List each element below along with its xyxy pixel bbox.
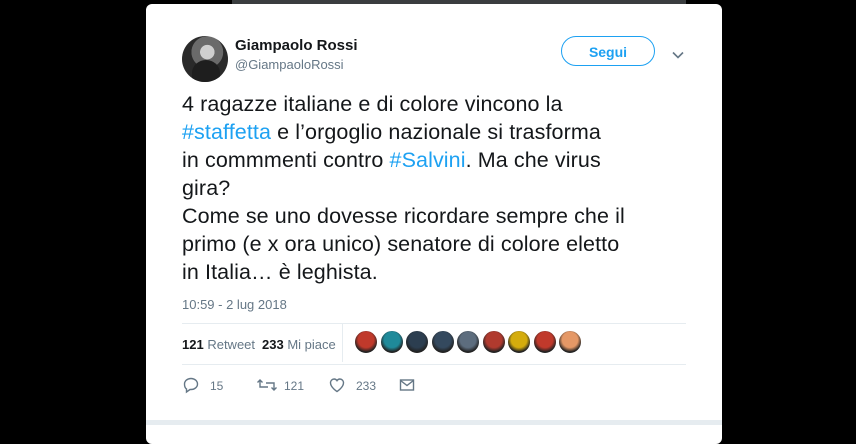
author-name[interactable]: Giampaolo Rossi [235,37,358,54]
liker-avatar[interactable] [558,330,582,354]
hashtag-link[interactable]: #Salvini [390,148,466,172]
heart-icon [329,378,345,393]
tweet-text-line: in Italia… è leghista. [182,258,702,286]
liker-avatar[interactable] [354,330,378,354]
tweet-timestamp[interactable]: 10:59 - 2 lug 2018 [182,297,287,312]
like-stat-count: 233 [262,337,284,352]
tweet-text-segment: in Italia… è leghista. [182,260,378,284]
like-stat-label: Mi piace [287,337,336,352]
liker-avatar[interactable] [379,330,404,354]
divider [182,323,686,324]
reply-icon [183,377,199,394]
avatar[interactable] [182,36,228,82]
chevron-down-icon[interactable] [671,48,685,62]
tweet-card: Giampaolo Rossi @GiampaoloRossi Segui 4 … [146,4,722,444]
hashtag-link[interactable]: #staffetta [182,120,271,144]
card-footer-edge [146,420,722,425]
tweet-text-line: in commmenti contro #Salvini. Ma che vir… [182,146,702,174]
liker-avatar[interactable] [481,330,506,354]
tweet-text-line: primo (e x ora unico) senatore di colore… [182,230,702,258]
tweet-text-segment: Come se uno dovesse ricordare sempre che… [182,204,625,228]
liker-avatar[interactable] [456,330,480,354]
tweet-text-line: Come se uno dovesse ricordare sempre che… [182,202,702,230]
tweet-text: 4 ragazze italiane e di colore vincono l… [182,90,702,286]
liker-avatar[interactable] [532,330,557,354]
liker-avatar[interactable] [405,330,429,354]
stats-divider [342,324,343,362]
tweet-text-segment: . Ma che virus [465,148,601,172]
retweet-stat[interactable]: 121 Retweet [182,337,255,352]
divider [182,364,686,365]
tweet-text-line: gira? [182,174,702,202]
tweet-text-line: 4 ragazze italiane e di colore vincono l… [182,90,702,118]
tweet-text-segment: gira? [182,176,231,200]
author-handle[interactable]: @GiampaoloRossi [235,57,344,72]
retweet-stat-label: Retweet [207,337,256,352]
tweet-text-line: #staffetta e l’orgoglio nazionale si tra… [182,118,702,146]
retweet-count: 121 [284,379,305,393]
follow-button[interactable]: Segui [561,36,655,66]
tweet-text-segment: 4 ragazze italiane e di colore vincono l… [182,92,563,116]
reply-count: 15 [210,379,224,393]
tweet-text-segment: primo (e x ora unico) senatore di colore… [182,232,620,256]
like-stat[interactable]: 233 Mi piace [262,337,336,352]
retweet-icon [257,379,277,391]
tweet-text-segment: e l’orgoglio nazionale si trasforma [271,120,601,144]
liker-avatar[interactable] [507,330,531,354]
tweet-header: Giampaolo Rossi @GiampaoloRossi Segui [182,34,702,82]
like-count: 233 [356,379,377,393]
retweet-stat-count: 121 [182,337,204,352]
liker-avatar[interactable] [430,330,455,354]
tweet-text-segment: in commmenti contro [182,148,390,172]
envelope-icon [399,379,415,391]
